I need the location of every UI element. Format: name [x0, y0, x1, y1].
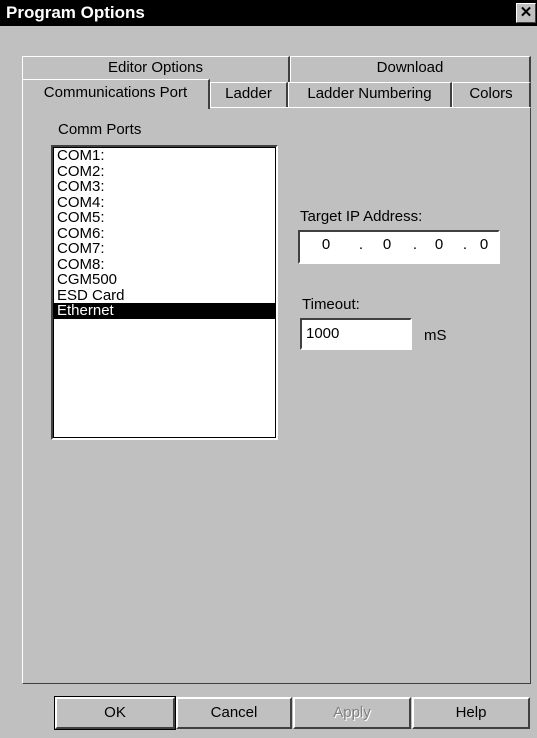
- tab-communications-port[interactable]: Communications Port: [22, 79, 210, 109]
- tab-label: Ladder Numbering: [307, 85, 432, 102]
- comm-port-item[interactable]: COM2:: [54, 163, 275, 180]
- ip-separator: .: [462, 236, 468, 253]
- close-icon: ✕: [519, 4, 533, 21]
- cancel-button-label: Cancel: [210, 704, 258, 721]
- tab-ladder-numbering[interactable]: Ladder Numbering: [288, 82, 452, 108]
- timeout-value: 1000: [306, 325, 340, 342]
- comm-ports-listbox[interactable]: COM1: COM2: COM3: COM4: COM5: COM6: COM7: COM8:…: [51, 145, 278, 440]
- close-button[interactable]: ✕: [516, 3, 536, 23]
- comm-port-item[interactable]: COM6:: [54, 225, 275, 242]
- tab-download[interactable]: Download: [290, 56, 531, 82]
- tab-label: Editor Options: [107, 59, 204, 76]
- comm-port-item[interactable]: CGM500: [54, 272, 275, 288]
- ip-octet-4[interactable]: 0: [472, 236, 496, 253]
- tab-label: Download: [376, 59, 444, 76]
- ip-octet-3[interactable]: 0: [427, 236, 451, 253]
- comm-port-item[interactable]: COM1:: [54, 148, 275, 164]
- apply-button-label: Apply: [333, 704, 371, 721]
- tab-label: Colors: [469, 85, 513, 102]
- comm-ports-list: COM1: COM2: COM3: COM4: COM5: COM6: COM7: COM8:…: [53, 147, 276, 438]
- target-ip-field[interactable]: 0 . 0 . 0 . 0: [298, 230, 500, 264]
- comm-port-item[interactable]: COM5:: [54, 210, 275, 226]
- comm-port-item[interactable]: ESD Card: [54, 287, 275, 304]
- tab-label: Communications Port: [43, 84, 188, 101]
- comm-ports-label: Comm Ports: [58, 121, 142, 138]
- comm-port-item[interactable]: COM7:: [54, 241, 275, 257]
- window-title: Program Options: [6, 3, 145, 22]
- comm-port-item[interactable]: COM8:: [54, 256, 275, 273]
- timeout-unit: mS: [424, 327, 447, 344]
- apply-button[interactable]: Apply: [293, 697, 411, 729]
- timeout-input[interactable]: 1000: [300, 318, 412, 350]
- ip-octet-2[interactable]: 0: [375, 236, 399, 253]
- tab-colors[interactable]: Colors: [452, 82, 531, 108]
- help-button[interactable]: Help: [412, 697, 530, 729]
- cancel-button[interactable]: Cancel: [176, 697, 292, 729]
- program-options-dialog: Program Options ✕ Editor Options Downloa…: [0, 0, 537, 738]
- timeout-label: Timeout:: [302, 296, 360, 313]
- title-bar: Program Options ✕: [0, 0, 537, 26]
- tab-label: Ladder: [225, 85, 272, 102]
- ip-octet-1[interactable]: 0: [314, 236, 338, 253]
- ip-separator: .: [358, 236, 364, 253]
- ok-button-label: OK: [104, 704, 126, 721]
- comm-port-item[interactable]: COM3:: [54, 179, 275, 195]
- tab-ladder[interactable]: Ladder: [210, 82, 288, 108]
- comm-port-item[interactable]: COM4:: [54, 194, 275, 211]
- ip-separator: .: [412, 236, 418, 253]
- comm-port-item[interactable]: Ethernet: [54, 303, 275, 319]
- help-button-label: Help: [455, 704, 487, 721]
- target-ip-label: Target IP Address:: [300, 208, 423, 225]
- ok-button[interactable]: OK: [54, 696, 176, 730]
